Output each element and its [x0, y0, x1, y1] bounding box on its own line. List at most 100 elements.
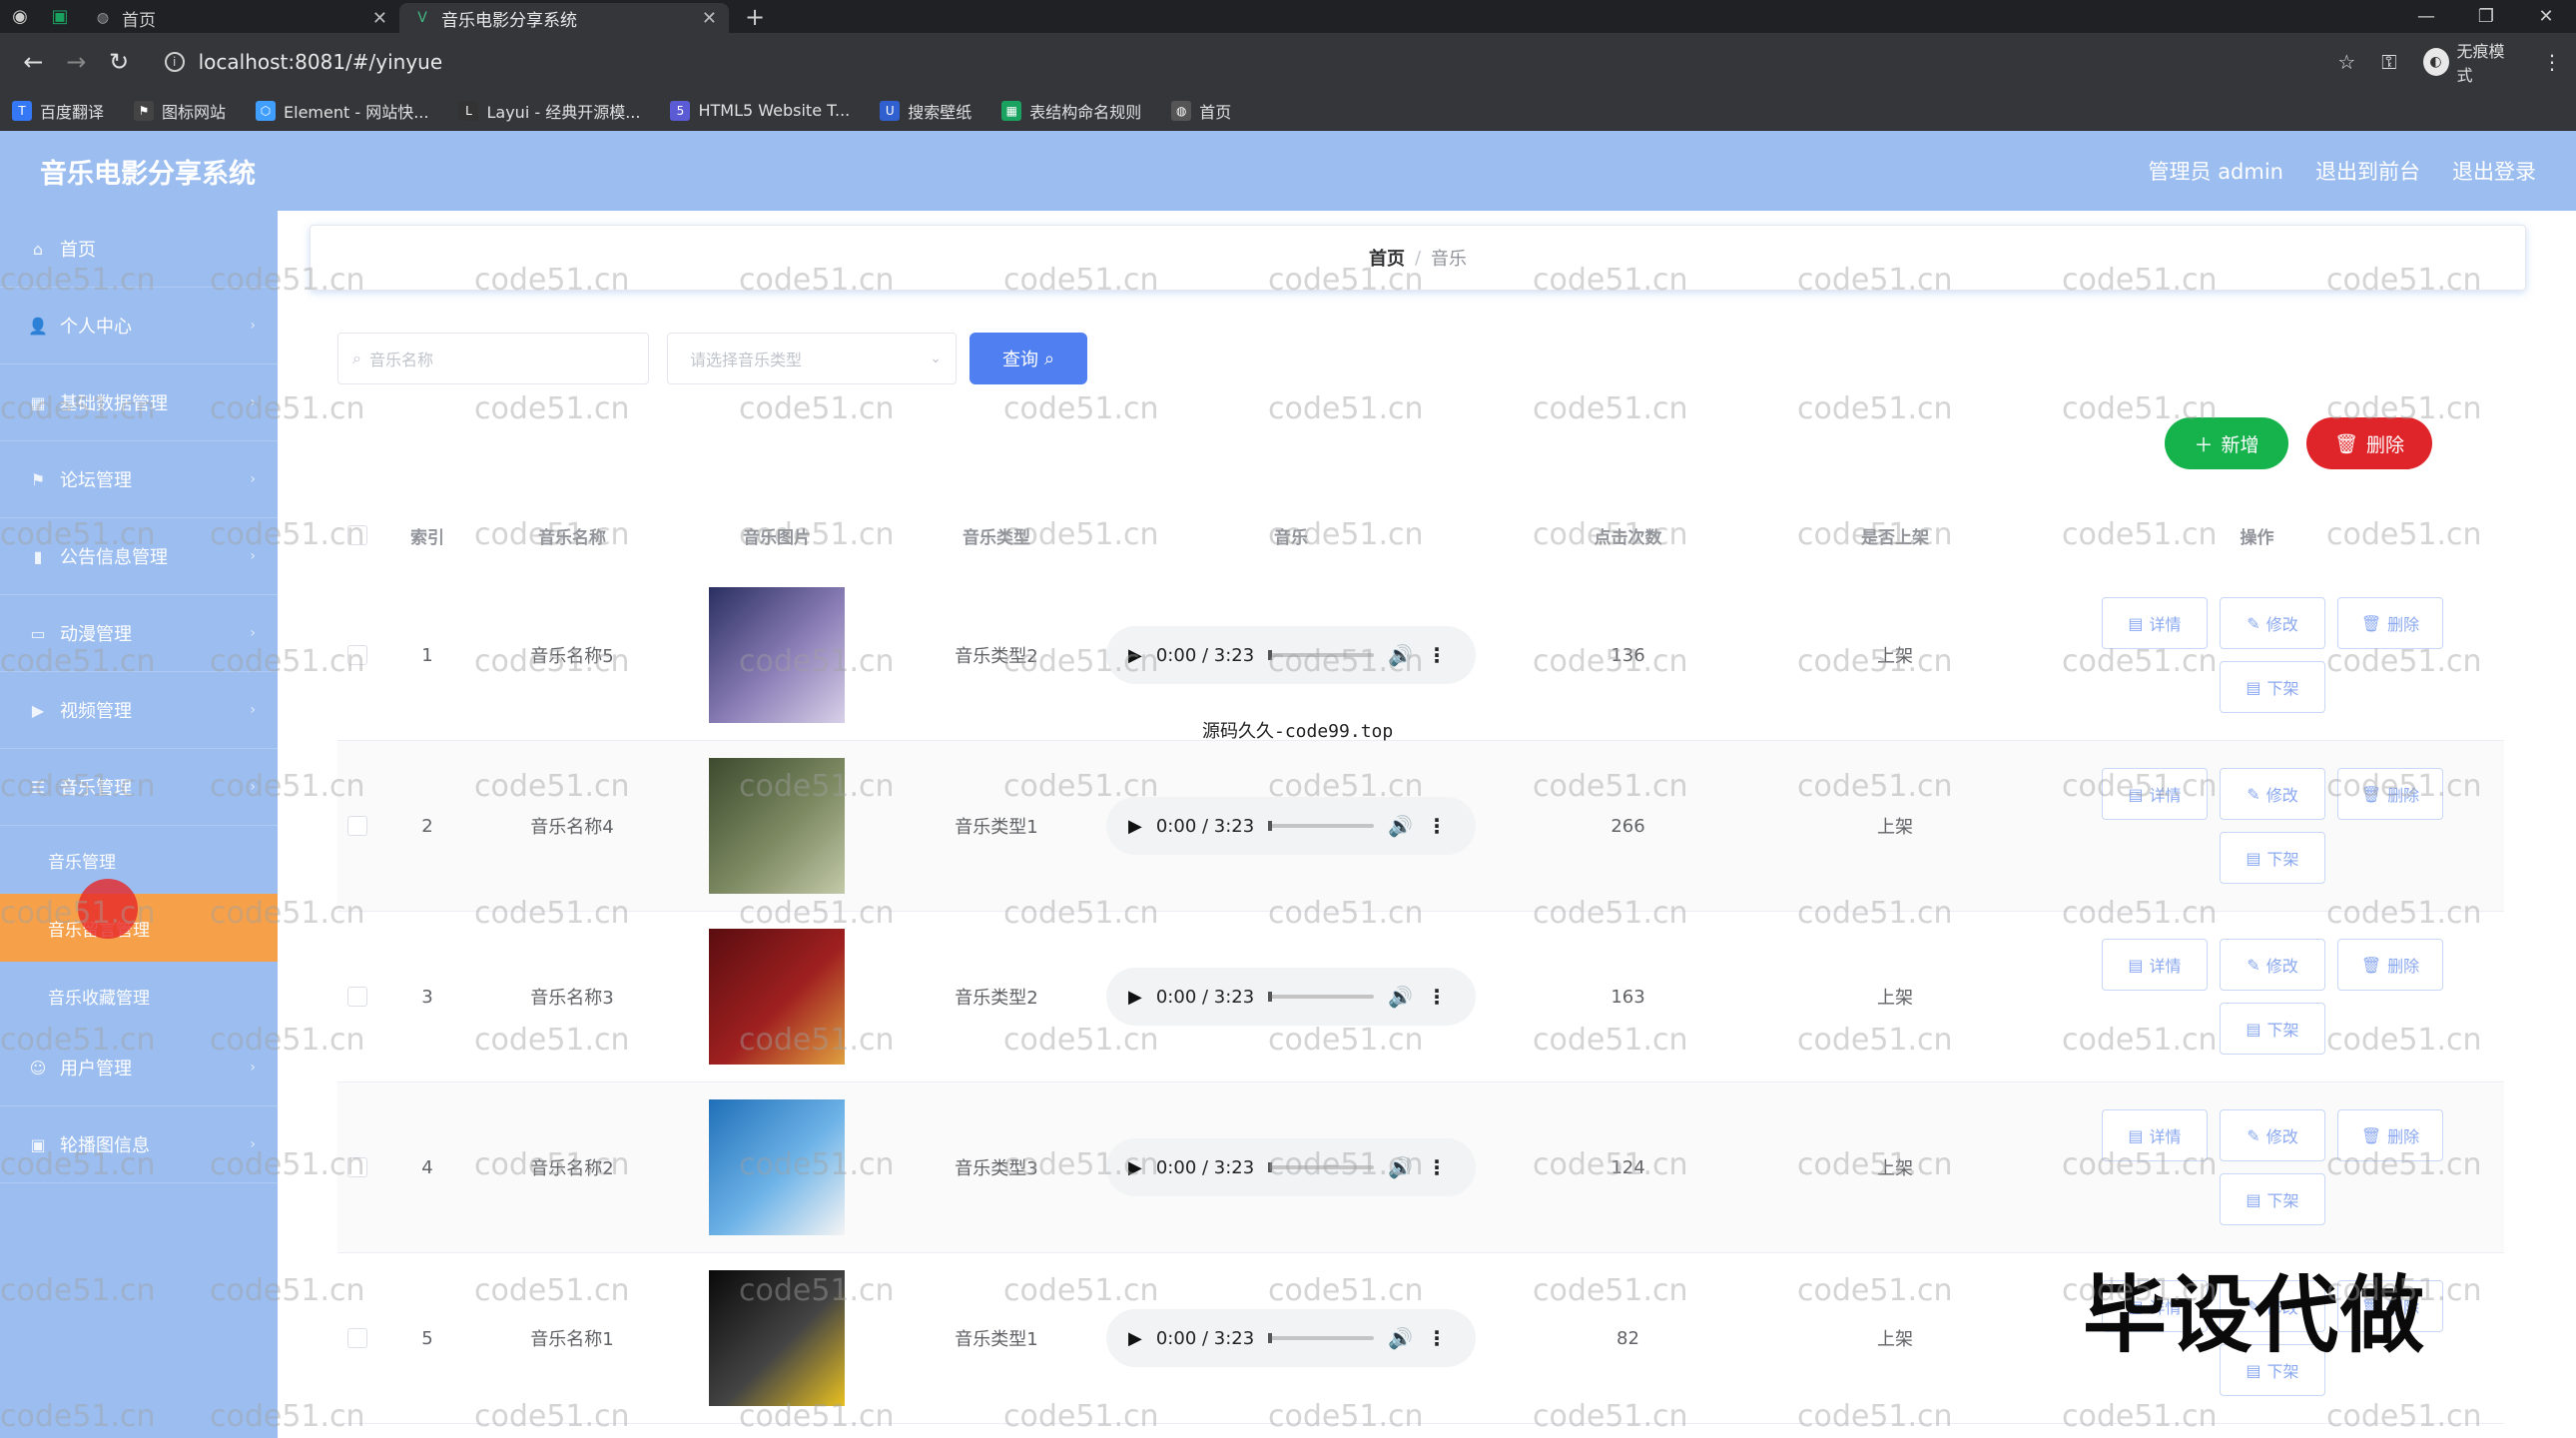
info-icon[interactable]: i: [164, 52, 185, 72]
more-options-icon[interactable]: ⋮: [1427, 985, 1447, 1009]
sidebar-item[interactable]: ▶ 视频管理 ›: [0, 672, 278, 749]
bookmark-item[interactable]: T 百度翻译: [12, 99, 104, 123]
bookmark-item[interactable]: U 搜索壁纸: [880, 99, 971, 123]
sheets-app-icon[interactable]: ▣: [40, 0, 80, 33]
close-icon[interactable]: ✕: [702, 8, 717, 29]
more-options-icon[interactable]: ⋮: [1427, 1326, 1447, 1350]
delete-button[interactable]: 🗑 删除: [2337, 597, 2443, 649]
audio-player[interactable]: ▶ 0:00 / 3:23 🔊 ⋮: [1106, 1309, 1476, 1367]
restore-icon[interactable]: ❐: [2456, 6, 2516, 27]
offshelf-button[interactable]: ▤ 下架: [2220, 661, 2325, 713]
music-thumbnail[interactable]: [709, 758, 845, 894]
volume-icon[interactable]: 🔊: [1388, 814, 1413, 838]
row-checkbox[interactable]: [347, 1157, 367, 1177]
star-icon[interactable]: ☆: [2337, 50, 2355, 74]
bookmark-item[interactable]: 5 HTML5 Website T...: [670, 100, 850, 121]
music-type-select[interactable]: 请选择音乐类型 ⌄: [667, 333, 957, 384]
delete-button[interactable]: 🗑 删除: [2337, 1109, 2443, 1161]
volume-icon[interactable]: 🔊: [1388, 643, 1413, 667]
audio-progress-slider[interactable]: [1268, 821, 1375, 831]
volume-icon[interactable]: 🔊: [1388, 1326, 1413, 1350]
new-tab-icon[interactable]: +: [729, 0, 781, 33]
logout-link[interactable]: 退出登录: [2452, 156, 2536, 186]
minimize-icon[interactable]: —: [2396, 6, 2456, 27]
sidebar-item[interactable]: ▮ 公告信息管理 ›: [0, 518, 278, 595]
play-icon[interactable]: ▶: [1128, 1157, 1142, 1178]
detail-button[interactable]: ▤ 详情: [2102, 768, 2208, 820]
play-icon[interactable]: ▶: [1128, 645, 1142, 666]
sidebar-item[interactable]: ⚑ 论坛管理 ›: [0, 441, 278, 518]
audio-progress-slider[interactable]: [1268, 650, 1375, 660]
tab-music-system[interactable]: V 音乐电影分享系统 ✕: [399, 3, 729, 33]
sidebar-item[interactable]: ▦ 基础数据管理 ›: [0, 364, 278, 441]
sidebar-subitem[interactable]: 音乐留言管理: [0, 894, 278, 962]
music-name-search-input[interactable]: ⌕ 音乐名称: [337, 333, 649, 384]
music-thumbnail[interactable]: [709, 929, 845, 1065]
edit-button[interactable]: ✎ 修改: [2220, 1109, 2325, 1161]
volume-icon[interactable]: 🔊: [1388, 1155, 1413, 1179]
offshelf-button[interactable]: ▤ 下架: [2220, 1173, 2325, 1225]
delete-button[interactable]: 🗑 删除: [2337, 768, 2443, 820]
volume-icon[interactable]: 🔊: [1388, 985, 1413, 1009]
sidebar-item[interactable]: ▣ 轮播图信息 ›: [0, 1106, 278, 1183]
row-checkbox[interactable]: [347, 816, 367, 836]
audio-player[interactable]: ▶ 0:00 / 3:23 🔊 ⋮: [1106, 968, 1476, 1026]
chrome-menu-icon[interactable]: ◉: [0, 0, 40, 33]
more-options-icon[interactable]: ⋮: [1427, 643, 1447, 667]
to-frontend-link[interactable]: 退出到前台: [2315, 156, 2420, 186]
sidebar-item[interactable]: ☺ 用户管理 ›: [0, 1030, 278, 1106]
music-thumbnail[interactable]: [709, 587, 845, 723]
play-icon[interactable]: ▶: [1128, 1328, 1142, 1349]
close-icon[interactable]: ✕: [372, 8, 387, 29]
tab-home[interactable]: ◍ 首页 ✕: [80, 3, 399, 33]
detail-button[interactable]: ▤ 详情: [2102, 939, 2208, 991]
sidebar-item[interactable]: ⌂ 首页: [0, 211, 278, 288]
sidebar-item[interactable]: 👤 个人中心 ›: [0, 288, 278, 364]
bookmark-item[interactable]: L Layui - 经典开源模...: [458, 99, 640, 123]
select-all-checkbox[interactable]: [347, 525, 367, 545]
sidebar-subitem[interactable]: 音乐收藏管理: [0, 962, 278, 1030]
audio-player[interactable]: ▶ 0:00 / 3:23 🔊 ⋮: [1106, 1138, 1476, 1196]
play-icon[interactable]: ▶: [1128, 816, 1142, 837]
audio-progress-slider[interactable]: [1268, 1333, 1375, 1343]
offshelf-button[interactable]: ▤ 下架: [2220, 832, 2325, 884]
breadcrumb-home[interactable]: 首页: [1369, 245, 1405, 271]
forward-icon[interactable]: →: [57, 42, 96, 82]
more-options-icon[interactable]: ⋮: [1427, 814, 1447, 838]
add-button[interactable]: ＋ 新增: [2165, 417, 2288, 469]
close-window-icon[interactable]: ✕: [2516, 6, 2576, 27]
incognito-indicator[interactable]: ◐ 无痕模式: [2422, 38, 2516, 86]
play-icon[interactable]: ▶: [1128, 987, 1142, 1008]
more-options-icon[interactable]: ⋮: [1427, 1155, 1447, 1179]
back-icon[interactable]: ←: [14, 42, 53, 82]
music-thumbnail[interactable]: [709, 1270, 845, 1406]
bulk-delete-button[interactable]: 🗑 删除: [2306, 417, 2432, 469]
bookmark-item[interactable]: ◍ 首页: [1171, 99, 1231, 123]
bookmark-item[interactable]: ⬡ Element - 网站快...: [256, 99, 428, 123]
audio-progress-slider[interactable]: [1268, 1162, 1375, 1172]
audio-player[interactable]: ▶ 0:00 / 3:23 🔊 ⋮: [1106, 626, 1476, 684]
reload-icon[interactable]: ↻: [100, 42, 139, 82]
row-checkbox[interactable]: [347, 645, 367, 665]
row-checkbox[interactable]: [347, 1328, 367, 1348]
delete-button[interactable]: 🗑 删除: [2337, 939, 2443, 991]
query-button[interactable]: 查询 ⌕: [969, 333, 1087, 384]
edit-button[interactable]: ✎ 修改: [2220, 768, 2325, 820]
offshelf-button[interactable]: ▤ 下架: [2220, 1003, 2325, 1055]
detail-button[interactable]: ▤ 详情: [2102, 1109, 2208, 1161]
edit-button[interactable]: ✎ 修改: [2220, 939, 2325, 991]
bookmark-item[interactable]: ⚑ 图标网站: [134, 99, 226, 123]
key-icon[interactable]: ⚿: [2381, 50, 2396, 74]
sidebar-item[interactable]: ☰ 音乐管理 ›: [0, 749, 278, 826]
sidebar-item[interactable]: ▭ 动漫管理 ›: [0, 595, 278, 672]
audio-progress-slider[interactable]: [1268, 992, 1375, 1002]
sidebar-subitem[interactable]: 音乐管理: [0, 826, 278, 894]
audio-player[interactable]: ▶ 0:00 / 3:23 🔊 ⋮: [1106, 797, 1476, 855]
row-checkbox[interactable]: [347, 987, 367, 1007]
kebab-menu-icon[interactable]: ⋮: [2542, 50, 2562, 74]
music-thumbnail[interactable]: [709, 1099, 845, 1235]
edit-button[interactable]: ✎ 修改: [2220, 597, 2325, 649]
url-input[interactable]: i localhost:8081/#/yinyue: [155, 42, 2338, 82]
detail-button[interactable]: ▤ 详情: [2102, 597, 2208, 649]
bookmark-item[interactable]: ▦ 表结构命名规则: [1001, 99, 1141, 123]
